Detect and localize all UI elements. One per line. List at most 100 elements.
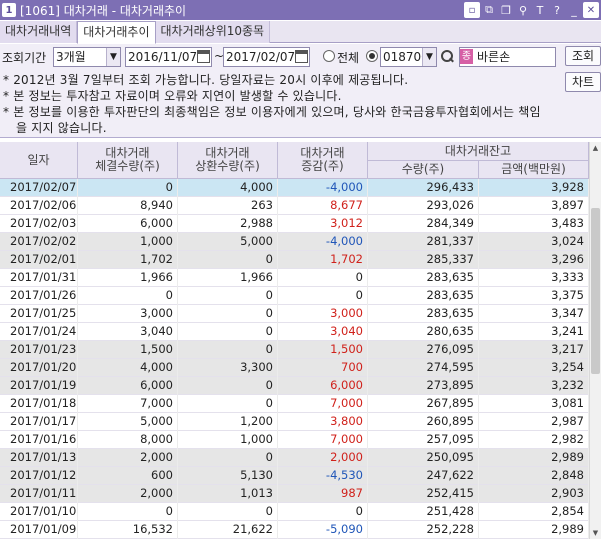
cell-repay: 0 bbox=[178, 449, 278, 467]
cell-repay: 0 bbox=[178, 503, 278, 521]
table-row[interactable]: 2017/01/20 4,000 3,300 700 274,595 3,254 bbox=[0, 359, 589, 377]
table-row[interactable]: 2017/02/02 1,000 5,000 -4,000 281,337 3,024 bbox=[0, 233, 589, 251]
window-box-icon[interactable]: ▫ bbox=[464, 2, 480, 18]
vertical-scrollbar[interactable]: ▲ ▼ bbox=[589, 142, 601, 539]
radio-stock[interactable] bbox=[366, 50, 378, 62]
table-row[interactable]: 2017/01/17 5,000 1,200 3,800 260,895 2,987 bbox=[0, 413, 589, 431]
cell-amount: 3,375 bbox=[479, 287, 589, 305]
end-date-input[interactable]: 2017/02/07 bbox=[223, 47, 310, 67]
table-row[interactable]: 2017/01/23 1,500 0 1,500 276,095 3,217 bbox=[0, 341, 589, 359]
cell-amount: 3,483 bbox=[479, 215, 589, 233]
header-balance-label: 대차거래잔고 bbox=[444, 143, 512, 158]
header-date[interactable]: 일자 bbox=[0, 142, 78, 179]
cell-change: 0 bbox=[278, 287, 368, 305]
cell-repay: 263 bbox=[178, 197, 278, 215]
tab-lending-trend[interactable]: 대차거래추이 bbox=[77, 21, 156, 44]
chart-button[interactable]: 차트 bbox=[565, 72, 601, 92]
table-row[interactable]: 2017/01/26 0 0 0 283,635 3,375 bbox=[0, 287, 589, 305]
help-icon[interactable]: ? bbox=[549, 2, 565, 18]
stock-code-select[interactable]: 018700 ▼ bbox=[380, 47, 437, 67]
table-row[interactable]: 2017/01/09 16,532 21,622 -5,090 252,228 2,989 bbox=[0, 521, 589, 539]
notice-line: 을 지지 않습니다. bbox=[16, 121, 107, 135]
tab-lending-top10[interactable]: 대차거래상위10종목 bbox=[155, 21, 271, 43]
scroll-down-icon[interactable]: ▼ bbox=[590, 527, 601, 539]
table-row[interactable]: 2017/02/01 1,702 0 1,702 285,337 3,296 bbox=[0, 251, 589, 269]
table-row[interactable]: 2017/01/13 2,000 0 2,000 250,095 2,989 bbox=[0, 449, 589, 467]
cell-repay: 1,000 bbox=[178, 431, 278, 449]
cell-qty: 257,095 bbox=[368, 431, 479, 449]
table-row[interactable]: 2017/02/07 0 4,000 -4,000 296,433 3,928 bbox=[0, 179, 589, 197]
period-select[interactable]: 3개월 ▼ bbox=[53, 47, 121, 67]
radio-all[interactable] bbox=[323, 50, 335, 62]
close-icon[interactable]: ✕ bbox=[583, 2, 599, 18]
calendar-icon[interactable] bbox=[295, 50, 308, 63]
restore-icon[interactable]: ⧉ bbox=[481, 2, 497, 18]
cell-repay: 1,013 bbox=[178, 485, 278, 503]
cell-amount: 2,854 bbox=[479, 503, 589, 521]
header-change-line2: 증감(주) bbox=[301, 159, 344, 173]
cell-settle: 8,000 bbox=[78, 431, 178, 449]
pin-icon[interactable]: ⚲ bbox=[515, 2, 531, 18]
title-icons: ▫ ⧉ ❐ ⚲ T ? _ ✕ bbox=[464, 2, 599, 18]
table-row[interactable]: 2017/01/19 6,000 0 6,000 273,895 3,232 bbox=[0, 377, 589, 395]
cell-amount: 2,989 bbox=[479, 521, 589, 539]
table-row[interactable]: 2017/01/31 1,966 1,966 0 283,635 3,333 bbox=[0, 269, 589, 287]
cell-repay: 0 bbox=[178, 341, 278, 359]
cell-date: 2017/01/10 bbox=[0, 503, 78, 521]
stock-name-field[interactable]: 바른손 bbox=[459, 47, 556, 67]
header-change[interactable]: 대차거래 증감(주) bbox=[278, 142, 368, 179]
header-balance-amount[interactable]: 금액(백만원) bbox=[479, 161, 589, 179]
table-row[interactable]: 2017/02/06 8,940 263 8,677 293,026 3,897 bbox=[0, 197, 589, 215]
cell-date: 2017/01/09 bbox=[0, 521, 78, 539]
header-settle-qty[interactable]: 대차거래 체결수량(주) bbox=[78, 142, 178, 179]
query-toolbar: 조회기간 3개월 ▼ 2016/11/07 ~ 2017/02/07 전체 01… bbox=[0, 44, 601, 70]
cell-amount: 3,081 bbox=[479, 395, 589, 413]
header-repay-qty[interactable]: 대차거래 상환수량(주) bbox=[178, 142, 278, 179]
header-balance-qty[interactable]: 수량(주) bbox=[368, 161, 479, 179]
cell-repay: 2,988 bbox=[178, 215, 278, 233]
cell-amount: 3,928 bbox=[479, 179, 589, 197]
scroll-thumb[interactable] bbox=[591, 208, 600, 374]
table-row[interactable]: 2017/01/24 3,040 0 3,040 280,635 3,241 bbox=[0, 323, 589, 341]
cell-settle: 3,000 bbox=[78, 305, 178, 323]
table-row[interactable]: 2017/01/11 2,000 1,013 987 252,415 2,903 bbox=[0, 485, 589, 503]
table-row[interactable]: 2017/01/18 7,000 0 7,000 267,895 3,081 bbox=[0, 395, 589, 413]
minimize-icon[interactable]: _ bbox=[566, 2, 582, 18]
window-title: [1061] 대차거래 - 대차거래추이 bbox=[20, 3, 187, 18]
query-button[interactable]: 조회 bbox=[565, 46, 601, 66]
table-header: 일자 대차거래 체결수량(주) 대차거래 상환수량(주) 대차거래 증감(주) … bbox=[0, 142, 589, 179]
start-date-input[interactable]: 2016/11/07 bbox=[125, 47, 212, 67]
cell-date: 2017/01/31 bbox=[0, 269, 78, 287]
cell-amount: 3,241 bbox=[479, 323, 589, 341]
cell-change: 0 bbox=[278, 269, 368, 287]
cell-repay: 0 bbox=[178, 323, 278, 341]
calendar-icon[interactable] bbox=[197, 50, 210, 63]
copy-icon[interactable]: ❐ bbox=[498, 2, 514, 18]
title-bar: 1 [1061] 대차거래 - 대차거래추이 ▫ ⧉ ❐ ⚲ T ? _ ✕ bbox=[0, 0, 601, 20]
cell-qty: 283,635 bbox=[368, 305, 479, 323]
font-icon[interactable]: T bbox=[532, 2, 548, 18]
table-row[interactable]: 2017/02/03 6,000 2,988 3,012 284,349 3,483 bbox=[0, 215, 589, 233]
table-row[interactable]: 2017/01/12 600 5,130 -4,530 247,622 2,848 bbox=[0, 467, 589, 485]
cell-amount: 2,982 bbox=[479, 431, 589, 449]
table-row[interactable]: 2017/01/25 3,000 0 3,000 283,635 3,347 bbox=[0, 305, 589, 323]
notice-line: * 본 정보를 이용한 투자판단의 최종책임은 정보 이용자에게 있으며, 당사… bbox=[3, 105, 541, 119]
cell-date: 2017/01/16 bbox=[0, 431, 78, 449]
tab-lending-history[interactable]: 대차거래내역 bbox=[0, 21, 78, 43]
table-row[interactable]: 2017/01/16 8,000 1,000 7,000 257,095 2,982 bbox=[0, 431, 589, 449]
cell-repay: 5,000 bbox=[178, 233, 278, 251]
scroll-up-icon[interactable]: ▲ bbox=[590, 142, 601, 154]
end-date-value: 2017/02/07 bbox=[226, 50, 296, 64]
cell-qty: 252,415 bbox=[368, 485, 479, 503]
search-icon[interactable] bbox=[439, 48, 455, 66]
table-row[interactable]: 2017/01/10 0 0 0 251,428 2,854 bbox=[0, 503, 589, 521]
cell-repay: 3,300 bbox=[178, 359, 278, 377]
cell-amount: 3,254 bbox=[479, 359, 589, 377]
chevron-down-icon[interactable]: ▼ bbox=[106, 48, 120, 66]
cell-change: 6,000 bbox=[278, 377, 368, 395]
cell-amount: 2,848 bbox=[479, 467, 589, 485]
chevron-down-icon[interactable]: ▼ bbox=[422, 48, 436, 66]
cell-amount: 3,347 bbox=[479, 305, 589, 323]
cell-repay: 0 bbox=[178, 395, 278, 413]
cell-settle: 1,702 bbox=[78, 251, 178, 269]
